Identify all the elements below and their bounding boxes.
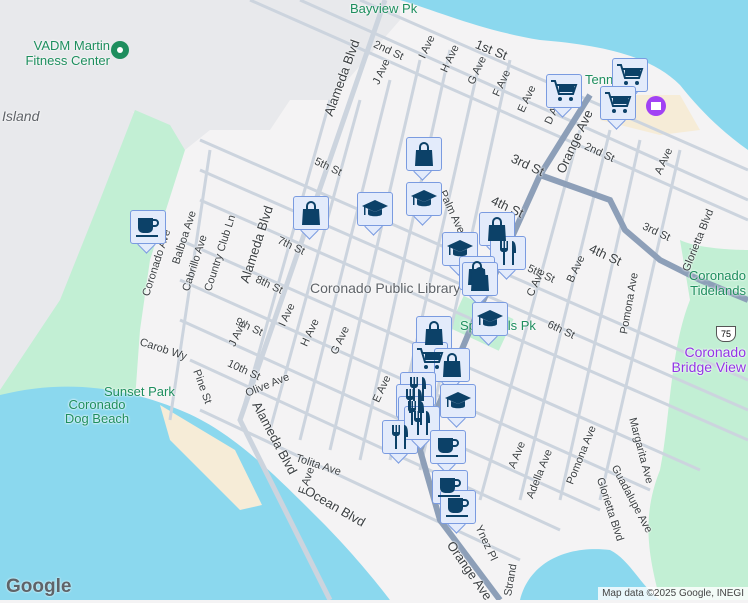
marker-grocery[interactable] — [600, 86, 636, 130]
coffee-icon — [130, 210, 166, 244]
map-attribution[interactable]: Map data ©2025 Google, INEGI — [598, 587, 748, 600]
marker-education[interactable] — [440, 384, 476, 428]
camera-glyph — [651, 102, 661, 110]
education-icon — [406, 182, 442, 216]
library-label[interactable]: Coronado Public Library — [310, 280, 460, 296]
tidelands-label[interactable]: Coronado Tidelands — [676, 268, 746, 298]
marker-coffee[interactable] — [430, 430, 466, 474]
marker-coffee[interactable] — [440, 490, 476, 534]
route-75-shield: 75 — [716, 326, 736, 342]
fitness-label: VADM Martin Fitness Center — [25, 38, 110, 68]
shopping-icon — [406, 137, 442, 171]
coffee-icon — [440, 490, 476, 524]
island-label: Island — [2, 108, 40, 124]
marker-education[interactable] — [406, 182, 442, 226]
coffee-icon — [430, 430, 466, 464]
education-icon — [357, 192, 393, 226]
poi-label-fitness[interactable]: VADM Martin Fitness Center — [20, 38, 110, 68]
education-icon — [472, 302, 508, 336]
marker-shopping[interactable] — [293, 196, 329, 240]
marker-grocery[interactable] — [546, 74, 582, 118]
marker-education[interactable] — [472, 302, 508, 346]
marker-education[interactable] — [357, 192, 393, 236]
shopping-icon — [293, 196, 329, 230]
pin-dot — [117, 47, 123, 53]
marker-coffee[interactable] — [130, 210, 166, 254]
marker-shopping[interactable] — [406, 137, 442, 181]
google-logo[interactable]: Google — [6, 576, 71, 598]
grocery-icon — [600, 86, 636, 120]
dog-beach-label[interactable]: Coronado Dog Beach — [62, 398, 132, 426]
grocery-icon — [546, 74, 582, 108]
grocery-icon — [612, 58, 648, 92]
bridge-view-label[interactable]: Coronado Bridge View — [646, 345, 746, 375]
bayview-label[interactable]: Bayview Pk — [350, 1, 417, 16]
education-icon — [440, 384, 476, 418]
